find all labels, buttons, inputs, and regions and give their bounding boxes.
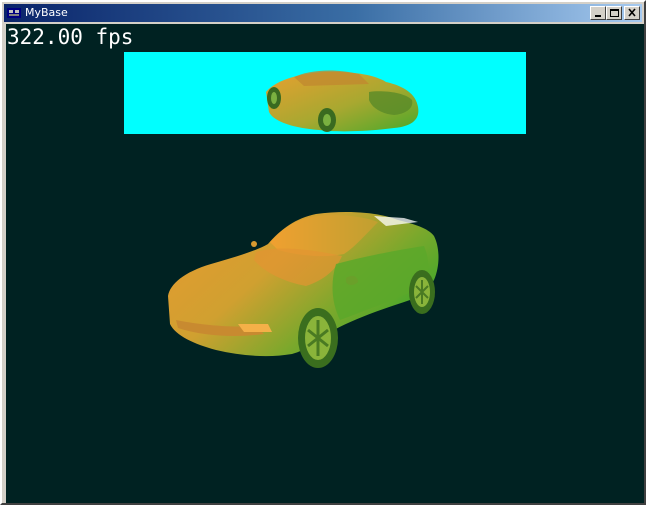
car-model-main-view <box>168 212 439 368</box>
minimize-icon <box>595 15 601 17</box>
window-title: MyBase <box>25 6 68 19</box>
app-window: MyBase 322.00 fps <box>0 0 646 505</box>
caption-buttons <box>590 6 640 20</box>
app-icon <box>7 8 21 18</box>
title-bar[interactable]: MyBase <box>4 4 642 22</box>
maximize-icon <box>610 9 619 17</box>
maximize-button[interactable] <box>606 6 622 20</box>
close-icon <box>628 8 636 17</box>
render-canvas[interactable]: 322.00 fps <box>6 24 644 503</box>
close-button[interactable] <box>624 6 640 20</box>
minimize-button[interactable] <box>590 6 606 20</box>
